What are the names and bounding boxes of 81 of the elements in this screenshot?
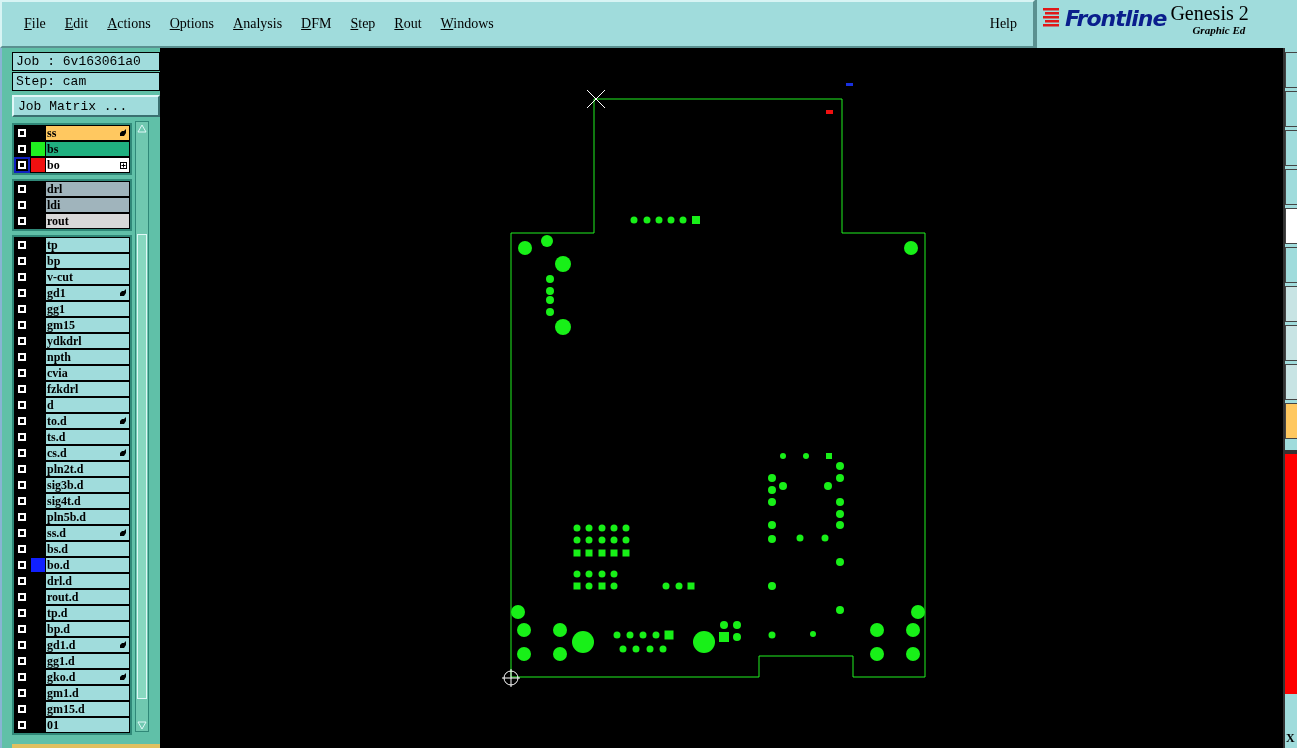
- layer-name[interactable]: gm15: [46, 318, 129, 332]
- hand-icon: [119, 529, 127, 537]
- layer-name[interactable]: sig4t.d: [46, 494, 129, 508]
- toolbar-button[interactable]: [1285, 52, 1297, 88]
- menu-item[interactable]: Windows: [440, 16, 494, 32]
- layer-name[interactable]: ldi: [46, 198, 129, 212]
- product-name: Genesis 2: [1170, 2, 1249, 24]
- layer-name[interactable]: gm15.d: [46, 702, 129, 716]
- brand-name: Frontline: [1065, 6, 1167, 31]
- menu-item[interactable]: Options: [169, 16, 215, 32]
- menu-item[interactable]: Analysis: [233, 16, 283, 32]
- layer-name[interactable]: gg1.d: [46, 654, 129, 668]
- origin-marker-icon: [501, 668, 521, 688]
- layer-name[interactable]: bs.d: [46, 542, 129, 556]
- toolbar-button[interactable]: [1285, 130, 1297, 166]
- layer-name[interactable]: gg1: [46, 302, 129, 316]
- layer-name[interactable]: rout: [46, 214, 129, 228]
- layer-name[interactable]: pln2t.d: [46, 462, 129, 476]
- marker-icon: [846, 83, 853, 86]
- step-name: Step: cam: [12, 72, 160, 91]
- product-subtitle: Graphic Ed: [1192, 24, 1246, 36]
- toolbar-button[interactable]: [1285, 403, 1297, 439]
- layer-name[interactable]: ydkdrl: [46, 334, 129, 348]
- marker-icon: [826, 110, 833, 114]
- layer-name[interactable]: tp.d: [46, 606, 129, 620]
- layer-name[interactable]: drl.d: [46, 574, 129, 588]
- layer-name[interactable]: drl: [46, 182, 129, 196]
- expand-icon: [120, 161, 127, 169]
- hand-icon: [119, 673, 127, 681]
- hand-icon: [119, 449, 127, 457]
- toolbar-button[interactable]: [1285, 364, 1297, 400]
- layer-name[interactable]: ts.d: [46, 430, 129, 444]
- layer-name[interactable]: tp: [46, 238, 129, 252]
- menu-item[interactable]: Actions: [107, 16, 151, 32]
- coordinate-label: X: [1285, 730, 1296, 747]
- layer-name[interactable]: ss.d: [46, 526, 129, 540]
- layer-name[interactable]: sig3b.d: [46, 478, 129, 492]
- layer-name[interactable]: to.d: [46, 414, 129, 428]
- hand-icon: [119, 641, 127, 649]
- crosshair-icon: [586, 89, 606, 109]
- layer-name[interactable]: bo.d: [46, 558, 129, 572]
- scrollbar-thumb[interactable]: [137, 234, 147, 699]
- scrollbar[interactable]: [135, 121, 149, 732]
- layer-name[interactable]: pln5b.d: [46, 510, 129, 524]
- menu-item[interactable]: Rout: [394, 16, 422, 32]
- hand-icon: [119, 289, 127, 297]
- toolbar-button[interactable]: [1285, 286, 1297, 322]
- toolbar-button[interactable]: [1285, 208, 1297, 244]
- toolbar-button[interactable]: [1285, 325, 1297, 361]
- menu-item[interactable]: File: [24, 16, 46, 32]
- menu-item[interactable]: DFM: [301, 16, 332, 32]
- layer-name[interactable]: fzkdrl: [46, 382, 129, 396]
- layer-name[interactable]: bo: [46, 158, 129, 172]
- layer-name[interactable]: npth: [46, 350, 129, 364]
- layer-name[interactable]: ss: [46, 126, 129, 140]
- layer-name[interactable]: d: [46, 398, 129, 412]
- layer-name[interactable]: 01: [46, 718, 129, 732]
- menu-item[interactable]: Step: [350, 16, 376, 32]
- layer-name[interactable]: gm1.d: [46, 686, 129, 700]
- layer-name[interactable]: bp.d: [46, 622, 129, 636]
- layer-checkbox[interactable]: [14, 157, 30, 173]
- layer-name[interactable]: rout.d: [46, 590, 129, 604]
- help-menu-item[interactable]: Help: [989, 16, 1017, 32]
- layer-name[interactable]: gd1.d: [46, 638, 129, 652]
- menu-item[interactable]: Edit: [64, 16, 89, 32]
- layer-name[interactable]: gd1: [46, 286, 129, 300]
- job-name: Job : 6v163061a0: [12, 52, 160, 71]
- layer-name[interactable]: v-cut: [46, 270, 129, 284]
- layer-name[interactable]: bs: [46, 142, 129, 156]
- hand-icon: [119, 129, 127, 137]
- hand-icon: [119, 417, 127, 425]
- layer-name[interactable]: gko.d: [46, 670, 129, 684]
- layer-row[interactable]: bo: [14, 157, 130, 173]
- logo-stripes-icon: [1043, 8, 1061, 28]
- layer-name[interactable]: bp: [46, 254, 129, 268]
- toolbar-button[interactable]: [1285, 91, 1297, 127]
- toolbar-button[interactable]: [1285, 169, 1297, 205]
- toolbar-button[interactable]: [1285, 247, 1297, 283]
- layer-name[interactable]: cs.d: [46, 446, 129, 460]
- job-matrix-button[interactable]: Job Matrix ...: [12, 95, 160, 117]
- layer-name[interactable]: cvia: [46, 366, 129, 380]
